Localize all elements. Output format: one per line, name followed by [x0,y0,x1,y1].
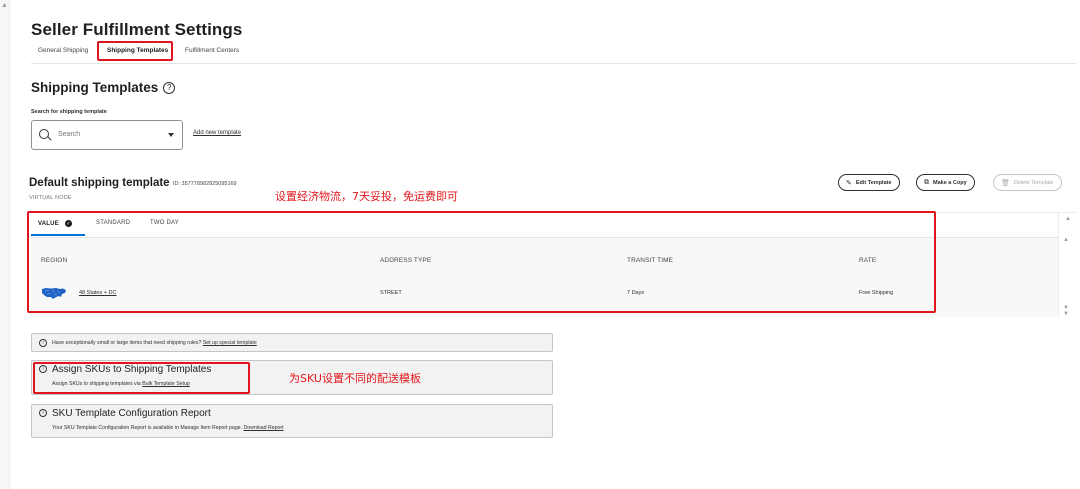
virtual-node-label: VIRTUAL NODE [29,195,72,201]
edit-template-button[interactable]: ✎ Edit Template [838,174,900,191]
section-title-text: Shipping Templates [31,80,159,95]
chevron-down-icon[interactable] [168,133,174,137]
setup-special-template-link[interactable]: Set up special template [203,340,257,346]
help-icon[interactable]: ? [163,81,176,94]
search-placeholder: Search [58,131,81,138]
pencil-icon: ✎ [846,179,852,187]
search-icon [39,129,49,139]
scroll-up-icon[interactable]: ▲ [1063,237,1069,243]
annotation-sku-note: 为SKU设置不同的配送模板 [289,372,421,385]
page-title: Seller Fulfillment Settings [31,20,243,39]
info-icon: i [39,409,47,417]
make-copy-label: Make a Copy [933,179,967,186]
sku-report-text: Your SKU Template Configuration Report i… [52,425,284,431]
delete-template-button[interactable]: 🗑 Delete Template [993,174,1062,191]
add-new-template-link[interactable]: Add new template [193,130,241,136]
seller-fulfillment-page: ▲ Seller Fulfillment Settings General Sh… [0,0,1080,489]
copy-icon: ⧉ [924,178,929,186]
search-input[interactable]: Search [31,120,183,150]
info-icon: i [39,339,47,347]
template-id: ID: 357778982825095169 [173,181,237,187]
sku-report-title: SKU Template Configuration Report [52,408,211,419]
table-scrollbar[interactable]: ▲ ▲ ▼ ▼ [1058,213,1076,317]
settings-tabs: General Shipping Shipping Templates Fulf… [31,43,1076,64]
annotation-shipping-note: 设置经济物流，7天妥投，免运费即可 [275,190,458,203]
edit-template-label: Edit Template [855,179,892,186]
scroll-down-icon[interactable]: ▼ ▼ [1063,305,1076,317]
special-template-message: Have exceptionally small or large items … [52,340,202,346]
sku-report-message: Your SKU Template Configuration Report i… [52,425,243,431]
section-title: Shipping Templates ? [31,80,176,95]
annotation-highlight-table [27,211,936,313]
scroll-up-icon[interactable]: ▲ [1065,216,1071,222]
sku-report-notice: i SKU Template Configuration Report Your… [31,404,553,438]
delete-template-label: Delete Template [1013,179,1054,186]
scroll-up-icon[interactable]: ▲ [1,2,8,9]
tab-general-shipping[interactable]: General Shipping [38,47,88,54]
special-template-text: Have exceptionally small or large items … [52,340,257,346]
trash-icon: 🗑 [1001,179,1010,187]
annotation-highlight-assign [33,362,250,394]
left-scroll-strip[interactable]: ▲ [0,0,10,489]
template-title: Default shipping template [29,177,170,189]
download-report-link[interactable]: Download Report [243,425,283,431]
make-copy-button[interactable]: ⧉ Make a Copy [916,174,975,191]
special-template-notice: i Have exceptionally small or large item… [31,333,553,352]
search-label: Search for shipping template [31,109,107,115]
annotation-highlight-tab [97,41,173,61]
tab-fulfillment-centers[interactable]: Fulfillment Centers [185,47,239,54]
